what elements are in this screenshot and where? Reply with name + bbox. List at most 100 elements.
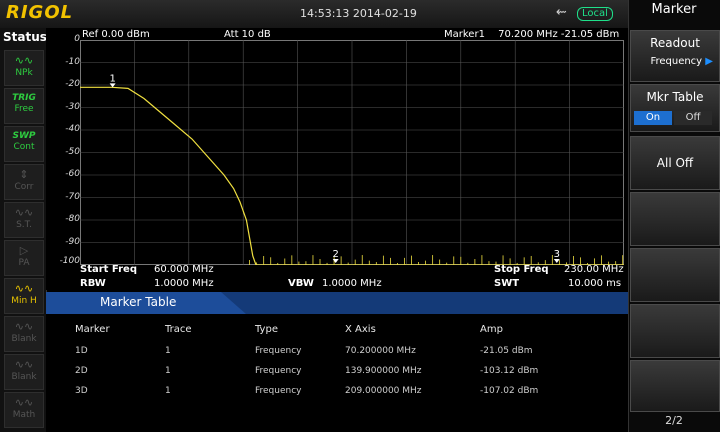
y-tick-label: -40 xyxy=(65,124,80,134)
readout-value: Frequency ▶ xyxy=(650,56,713,67)
arrows-icon: ⇕ xyxy=(19,168,29,181)
rbw-value: 1.0000 MHz xyxy=(154,278,214,289)
mkr-table-label: Mkr Table xyxy=(646,90,704,104)
marker-label: 2 xyxy=(332,249,338,260)
menu-page-indicator: 2/2 xyxy=(665,414,683,427)
cell-xaxis: 209.000000 MHz xyxy=(345,386,422,396)
sweep-label: SWP xyxy=(12,131,36,141)
menu-title: Marker xyxy=(651,2,697,17)
status-title: Status xyxy=(3,30,47,44)
marker-label: 3 xyxy=(554,249,560,260)
correction-label: Corr xyxy=(14,182,34,192)
usb-icon: ⇜ xyxy=(556,5,567,20)
swt-label: SWT xyxy=(494,278,520,289)
marker-table-title: Marker Table xyxy=(100,295,177,309)
trace3-blank-button[interactable]: ∿∿ Blank xyxy=(4,354,44,390)
trace3-label: Blank xyxy=(11,372,37,382)
signal-track-button[interactable]: ∿∿ S.T. xyxy=(4,202,44,238)
waveform-icon: ∿∿ xyxy=(14,54,34,67)
trigger-button[interactable]: TRIG Free xyxy=(4,88,44,124)
start-freq-value: 60.000 MHz xyxy=(154,264,214,275)
y-tick-label: -20 xyxy=(65,79,80,89)
rbw-label: RBW xyxy=(80,278,106,289)
marker-label: 1 xyxy=(109,73,115,84)
trace-math-button[interactable]: ∿∿ Math xyxy=(4,392,44,428)
y-tick-label: -30 xyxy=(65,101,80,112)
readout-label: Readout xyxy=(650,36,700,50)
trigger-value: Free xyxy=(14,104,34,114)
y-tick-label: -80 xyxy=(65,214,80,224)
vbw-label: VBW xyxy=(288,278,314,289)
y-tick-label: -60 xyxy=(65,169,80,179)
cell-trace: 1 xyxy=(165,386,171,396)
ref-level: Ref 0.00 dBm xyxy=(82,29,150,40)
trigger-label: TRIG xyxy=(12,93,36,103)
sweep-button[interactable]: SWP Cont xyxy=(4,126,44,162)
cell-marker: 3D xyxy=(75,386,88,396)
swt-value: 10.000 ms xyxy=(568,278,622,289)
y-tick-label: -100 xyxy=(59,256,80,266)
arrow-right-icon: ▶ xyxy=(705,56,713,67)
cell-trace: 1 xyxy=(165,346,171,356)
cell-amp: -107.02 dBm xyxy=(480,386,539,396)
col-header-trace: Trace xyxy=(165,324,192,335)
y-tick-label: 0 xyxy=(74,34,80,44)
mkr-table-off-toggle[interactable]: Off xyxy=(674,111,712,125)
cell-type: Frequency xyxy=(255,386,302,396)
detector-label: NPk xyxy=(15,68,33,78)
attenuation: Att 10 dB xyxy=(224,29,271,40)
y-tick-label: -50 xyxy=(65,146,80,157)
empty-softkey-6[interactable] xyxy=(630,304,720,358)
signal-track-label: S.T. xyxy=(16,220,32,230)
empty-softkey-7[interactable] xyxy=(630,360,720,412)
datetime: 14:53:13 2014-02-19 xyxy=(300,7,417,20)
stop-freq-label: Stop Freq xyxy=(494,264,549,275)
correction-button[interactable]: ⇕ Corr xyxy=(4,164,44,200)
empty-softkey-4[interactable] xyxy=(630,192,720,246)
preamp-label: PA xyxy=(18,258,30,268)
empty-softkey-5[interactable] xyxy=(630,248,720,302)
waveform-icon: ∿∿ xyxy=(14,396,34,409)
col-header-xaxis: X Axis xyxy=(345,324,376,335)
preamp-button[interactable]: ▷ PA xyxy=(4,240,44,276)
trace2-blank-button[interactable]: ∿∿ Blank xyxy=(4,316,44,352)
cell-amp: -103.12 dBm xyxy=(480,366,539,376)
waveform-icon: ∿∿ xyxy=(14,320,34,333)
cell-marker: 1D xyxy=(75,346,88,356)
cell-type: Frequency xyxy=(255,346,302,356)
waveform-icon: ∿∿ xyxy=(14,282,34,295)
y-tick-label: -10 xyxy=(65,56,80,67)
remote-status-badge[interactable]: Local xyxy=(577,7,613,21)
start-freq-label: Start Freq xyxy=(80,264,137,275)
mkr-table-on-toggle[interactable]: On xyxy=(634,111,672,125)
y-tick-label: -90 xyxy=(65,236,80,247)
col-header-type: Type xyxy=(255,324,278,335)
cell-xaxis: 139.900000 MHz xyxy=(345,366,422,376)
cell-xaxis: 70.200000 MHz xyxy=(345,346,416,356)
marker-readout: Marker1 70.200 MHz -21.05 dBm xyxy=(444,29,619,40)
preamp-icon: ▷ xyxy=(19,244,29,257)
vbw-value: 1.0000 MHz xyxy=(322,278,382,289)
trace2-label: Blank xyxy=(11,334,37,344)
sweep-value: Cont xyxy=(13,142,35,152)
col-header-amp: Amp xyxy=(480,324,503,335)
trace-minhold-button[interactable]: ∿∿ Min H xyxy=(4,278,44,314)
cell-amp: -21.05 dBm xyxy=(480,346,533,356)
math-label: Math xyxy=(12,410,36,420)
all-off-softkey[interactable]: All Off xyxy=(630,136,720,190)
waveform-icon: ∿∿ xyxy=(14,206,34,219)
marker-label: Marker1 xyxy=(444,29,485,40)
marker-table xyxy=(46,314,628,432)
brand-logo: RIGOL xyxy=(6,2,74,23)
marker-value: 70.200 MHz -21.05 dBm xyxy=(498,29,620,40)
cell-trace: 1 xyxy=(165,366,171,376)
spectrum-plot: 1 2 3 xyxy=(80,40,624,265)
detector-npk-button[interactable]: ∿∿ NPk xyxy=(4,50,44,86)
cell-type: Frequency xyxy=(255,366,302,376)
trace-mode-label: Min H xyxy=(11,296,37,306)
y-tick-label: -70 xyxy=(65,191,80,202)
waveform-icon: ∿∿ xyxy=(14,358,34,371)
stop-freq-value: 230.00 MHz xyxy=(564,264,624,275)
readout-softkey[interactable]: Readout Frequency ▶ xyxy=(630,30,720,82)
cell-marker: 2D xyxy=(75,366,88,376)
